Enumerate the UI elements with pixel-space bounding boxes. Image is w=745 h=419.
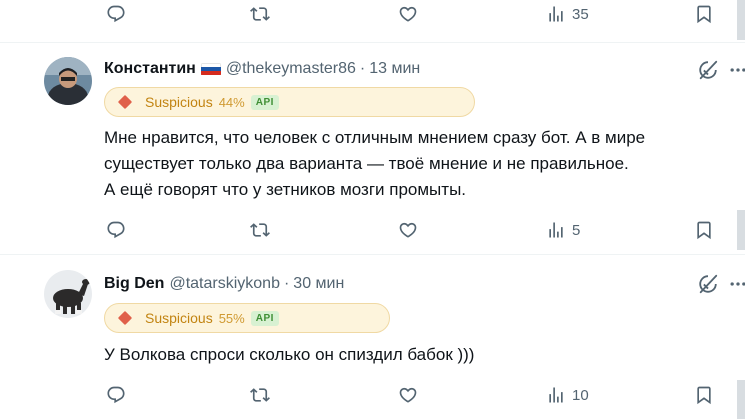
bookmark-button[interactable] <box>694 210 714 250</box>
bookmark-button[interactable] <box>694 375 714 415</box>
badge-percent: 44% <box>218 94 245 110</box>
badge-percent: 55% <box>218 310 245 326</box>
avatar-photo <box>44 57 92 105</box>
reply-button[interactable] <box>106 0 126 34</box>
ellipsis-icon <box>728 60 745 80</box>
action-bar: 10 <box>0 375 745 415</box>
reply-button[interactable] <box>106 210 126 250</box>
timestamp[interactable]: 30 мин <box>293 275 344 293</box>
action-bar: 5 <box>0 210 745 250</box>
like-button[interactable] <box>398 375 418 415</box>
avatar-photo <box>44 270 92 318</box>
tweet-text-line: Мне нравится, что человек с отличным мне… <box>104 128 646 147</box>
bookmark-icon <box>694 385 714 405</box>
top-action-bar: 35 <box>0 0 745 34</box>
views-button[interactable]: 35 <box>546 0 589 34</box>
retweet-button[interactable] <box>250 210 270 250</box>
views-count: 35 <box>572 5 589 23</box>
bar-chart-icon <box>546 220 566 240</box>
tweet-text-line: А ещё говорят что у зетников мозги промы… <box>104 180 467 199</box>
retweet-button[interactable] <box>250 375 270 415</box>
retweet-arrows-icon <box>250 4 270 24</box>
more-button[interactable] <box>728 60 745 80</box>
display-name[interactable]: Константин <box>104 60 196 78</box>
grok-slash-icon <box>697 273 719 295</box>
tweet-text-line: У Волкова спроси сколько он спиздил бабо… <box>104 345 475 364</box>
bar-chart-icon <box>546 4 566 24</box>
avatar[interactable] <box>44 57 92 105</box>
bookmark-button[interactable] <box>694 0 714 34</box>
heart-icon <box>398 4 418 24</box>
reply-button[interactable] <box>106 375 126 415</box>
badge-source: API <box>250 310 279 326</box>
more-button[interactable] <box>728 274 745 294</box>
retweet-arrows-icon <box>250 220 270 240</box>
tweet-text-line: существует только два варианта — твоё мн… <box>104 154 629 173</box>
badge-source: API <box>250 94 279 110</box>
retweet-arrows-icon <box>250 385 270 405</box>
warning-diamond-icon <box>117 310 133 326</box>
badge-label: Suspicious <box>145 310 213 326</box>
views-button[interactable]: 10 <box>546 375 589 415</box>
retweet-button[interactable] <box>250 0 270 34</box>
bookmark-icon <box>694 4 714 24</box>
tweet[interactable]: Big Den @tatarskiykonb · 30 мин Suspicio… <box>0 255 745 419</box>
tweet-header: Константин @thekeymaster86 · 13 мин <box>104 58 420 80</box>
russia-flag-icon <box>200 62 221 76</box>
ellipsis-icon <box>728 274 745 294</box>
views-count: 10 <box>572 386 589 404</box>
views-count: 5 <box>572 221 581 239</box>
separator-dot: · <box>359 60 366 77</box>
bar-chart-icon <box>546 385 566 405</box>
grok-button[interactable] <box>697 273 719 295</box>
speech-bubble-icon <box>106 385 126 405</box>
timestamp[interactable]: 13 мин <box>369 60 420 78</box>
display-name[interactable]: Big Den <box>104 275 164 293</box>
separator-dot: · <box>283 275 290 292</box>
heart-icon <box>398 220 418 240</box>
heart-icon <box>398 385 418 405</box>
badge-label: Suspicious <box>145 94 213 110</box>
tweet-text: Мне нравится, что человек с отличным мне… <box>104 125 645 203</box>
views-button[interactable]: 5 <box>546 210 580 250</box>
warning-diamond-icon <box>117 94 133 110</box>
tweet[interactable]: Константин @thekeymaster86 · 13 мин Susp… <box>0 43 745 254</box>
bookmark-icon <box>694 220 714 240</box>
grok-slash-icon <box>697 59 719 81</box>
bot-detector-badge[interactable]: Suspicious 55% API <box>104 303 390 333</box>
grok-button[interactable] <box>697 59 719 81</box>
speech-bubble-icon <box>106 220 126 240</box>
tweet-header: Big Den @tatarskiykonb · 30 мин <box>104 273 344 295</box>
user-handle[interactable]: @tatarskiykonb <box>169 275 280 293</box>
user-handle[interactable]: @thekeymaster86 <box>226 60 356 78</box>
avatar[interactable] <box>44 270 92 318</box>
tweet-text: У Волкова спроси сколько он спиздил бабо… <box>104 342 474 368</box>
speech-bubble-icon <box>106 4 126 24</box>
like-button[interactable] <box>398 0 418 34</box>
bot-detector-badge[interactable]: Suspicious 44% API <box>104 87 475 117</box>
like-button[interactable] <box>398 210 418 250</box>
